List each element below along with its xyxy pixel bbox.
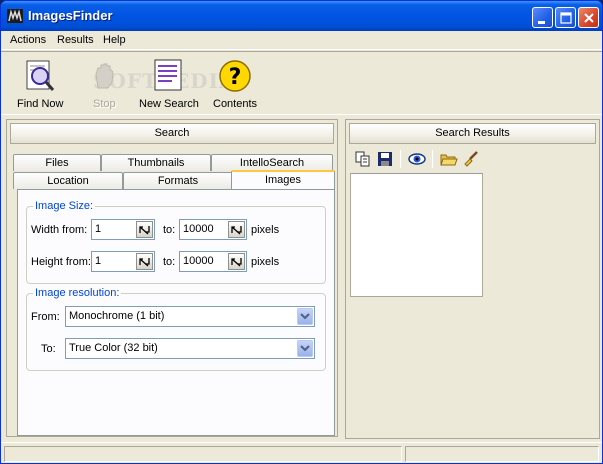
tab-images[interactable]: Images (231, 170, 335, 189)
stop-label: Stop (93, 98, 116, 110)
save-icon[interactable] (376, 150, 394, 168)
results-toolbar (350, 148, 595, 170)
title-bar[interactable]: ImagesFinder (1, 1, 602, 31)
window-title: ImagesFinder (28, 8, 113, 23)
open-folder-icon[interactable] (440, 150, 458, 168)
image-size-title: Image Size: (33, 200, 96, 212)
find-now-label: Find Now (17, 98, 64, 110)
menu-results[interactable]: Results (57, 34, 94, 46)
view-icon[interactable] (408, 150, 426, 168)
tab-thumbnails[interactable]: Thumbnails (101, 154, 211, 171)
app-window: ImagesFinder Actions Results Help SOFTPE… (0, 0, 603, 464)
height-to-spin-button[interactable] (228, 253, 245, 270)
to-label: To: (41, 343, 56, 355)
toolbar-separator (400, 150, 401, 168)
height-from-value: 1 (95, 255, 102, 267)
width-from-value: 1 (95, 223, 102, 235)
width-to-value: 10000 (183, 223, 214, 235)
minimize-icon (538, 21, 545, 24)
search-header[interactable]: Search (10, 123, 334, 144)
results-list[interactable] (350, 173, 483, 297)
width-from-spin-button[interactable] (136, 221, 153, 238)
width-from-label: Width from: (31, 224, 88, 236)
close-icon (584, 13, 594, 23)
height-from-label: Height from: (31, 256, 91, 268)
results-panel: Search Results (345, 119, 600, 439)
chevron-down-icon (300, 345, 310, 352)
status-cell-main (4, 446, 402, 462)
height-from-spin-button[interactable] (136, 253, 153, 270)
image-resolution-group: Image resolution: From: Monochrome (1 bi… (26, 287, 326, 371)
spin-arrows-icon (139, 258, 150, 267)
to-resolution-select[interactable]: True Color (32 bit) (65, 338, 315, 359)
copy-icon[interactable] (354, 150, 372, 168)
tab-files[interactable]: Files (13, 154, 101, 171)
tab-location[interactable]: Location (13, 172, 123, 189)
from-dropdown-button[interactable] (297, 308, 313, 325)
spin-arrows-icon (139, 226, 150, 235)
maximize-button[interactable] (555, 7, 576, 28)
images-tab-page: Image Size: Width from: 1 to: 10000 pixe… (17, 189, 335, 436)
tab-formats[interactable]: Formats (123, 172, 233, 189)
tab-intellosearch[interactable]: IntelloSearch (211, 154, 333, 171)
results-header[interactable]: Search Results (349, 123, 596, 144)
toolbar-separator (432, 150, 433, 168)
contents-label: Contents (213, 98, 258, 110)
maximize-icon (560, 12, 572, 24)
width-to-spinner[interactable]: 10000 (179, 219, 247, 240)
find-document-icon (26, 60, 55, 91)
new-search-icon (154, 59, 182, 91)
image-size-group: Image Size: Width from: 1 to: 10000 pixe… (26, 200, 326, 284)
help-question-icon: ? (219, 60, 251, 92)
menu-help[interactable]: Help (103, 34, 126, 46)
from-resolution-select[interactable]: Monochrome (1 bit) (65, 306, 315, 327)
app-logo-icon (7, 9, 23, 23)
svg-text:?: ? (229, 65, 242, 90)
from-resolution-value: Monochrome (1 bit) (69, 310, 165, 322)
status-cell-secondary (405, 446, 599, 462)
new-search-label: New Search (139, 98, 199, 110)
height-to-value: 10000 (183, 255, 214, 267)
image-resolution-title: Image resolution: (33, 287, 122, 299)
from-label: From: (31, 311, 60, 323)
chevron-down-icon (300, 313, 310, 320)
width-unit-label: pixels (251, 224, 280, 236)
width-to-spin-button[interactable] (228, 221, 245, 238)
height-unit-label: pixels (251, 256, 280, 268)
height-from-spinner[interactable]: 1 (91, 251, 155, 272)
height-to-label: to: (163, 256, 176, 268)
clear-brush-icon[interactable] (462, 150, 480, 168)
stop-hand-icon (95, 63, 114, 89)
main-toolbar: SOFTPEDIA Find Now Stop (1, 51, 602, 115)
menu-bar: Actions Results Help (1, 31, 602, 50)
close-button[interactable] (578, 7, 599, 28)
minimize-button[interactable] (532, 7, 553, 28)
status-bar (1, 442, 602, 463)
width-from-spinner[interactable]: 1 (91, 219, 155, 240)
to-dropdown-button[interactable] (297, 340, 313, 357)
search-panel: Search Files Thumbnails IntelloSearch Lo… (6, 119, 338, 437)
height-to-spinner[interactable]: 10000 (179, 251, 247, 272)
width-to-label: to: (163, 224, 176, 236)
menu-actions[interactable]: Actions (10, 34, 46, 46)
spin-arrows-icon (231, 226, 242, 235)
to-resolution-value: True Color (32 bit) (69, 342, 158, 354)
spin-arrows-icon (231, 258, 242, 267)
